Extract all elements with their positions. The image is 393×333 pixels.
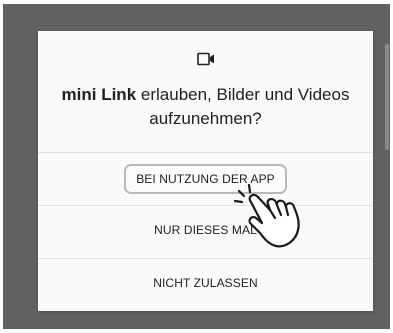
divider: [38, 152, 373, 153]
deny-label: NICHT ZULASSEN: [153, 276, 258, 290]
permission-dialog: mini Link erlauben, Bilder und Videos au…: [38, 31, 373, 311]
dialog-title-text: erlauben, Bilder und Videos aufzunehmen?: [140, 85, 350, 128]
dialog-title-app-name: mini Link: [61, 85, 137, 104]
dialog-icon-container: [38, 52, 373, 70]
video-camera-icon: [196, 52, 215, 70]
dialog-title: mini Link erlauben, Bilder und Videos au…: [50, 83, 361, 131]
option-while-using-app-row: BEI NUTZUNG DER APP: [38, 155, 373, 203]
screen: mini Link erlauben, Bilder und Videos au…: [0, 0, 393, 333]
allow-only-this-time-button[interactable]: NUR DIESES MAL: [38, 206, 373, 254]
deny-button[interactable]: NICHT ZULASSEN: [38, 259, 373, 307]
tapping-hand-icon: [231, 182, 311, 250]
background-scrollbar: [385, 44, 389, 150]
